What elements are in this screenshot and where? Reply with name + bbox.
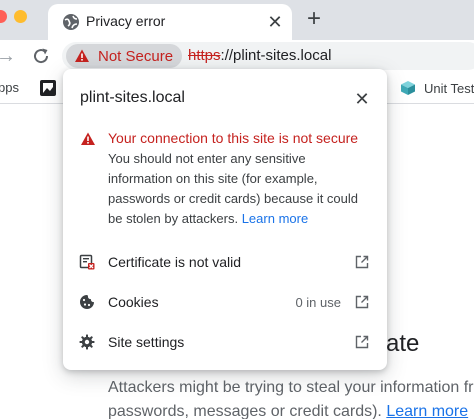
external-link-icon[interactable]: [354, 294, 370, 310]
site-info-popup: plint-sites.local ✕ Your connection to t…: [63, 69, 387, 370]
warning-text-line: You should not enter any sensitive: [108, 151, 306, 166]
globe-icon: [63, 14, 79, 30]
certificate-label: Certificate is not valid: [108, 254, 242, 270]
cookie-icon: [80, 295, 94, 309]
new-tab-button[interactable]: +: [302, 7, 326, 31]
cookies-count: 0 in use: [295, 295, 341, 310]
warning-text-line: information on this site (for example,: [108, 171, 318, 186]
url-text[interactable]: https://plint-sites.local: [188, 47, 331, 64]
security-chip-label: Not Secure: [98, 48, 174, 65]
bookmark-icon[interactable]: [40, 80, 56, 96]
close-icon[interactable]: ✕: [352, 89, 372, 109]
page-learn-more-link[interactable]: Learn more: [386, 403, 468, 419]
page-heading: ate: [386, 330, 420, 357]
gear-icon: [79, 334, 95, 350]
certificate-icon: [79, 254, 95, 270]
bookmark-unit-test[interactable]: Unit Test: [400, 80, 474, 96]
learn-more-link[interactable]: Learn more: [242, 211, 308, 226]
warning-description: You should not enter any sensitive infor…: [108, 149, 378, 229]
bookmark-apps[interactable]: pps: [0, 80, 19, 95]
cookies-row[interactable]: Cookies 0 in use: [63, 282, 387, 322]
forward-button[interactable]: →: [0, 45, 16, 67]
page-description: Attackers might be trying to steal your …: [108, 376, 474, 419]
warning-heading: Your connection to this site is not secu…: [108, 130, 359, 146]
window-minimize-control[interactable]: [14, 10, 27, 23]
window-close-control[interactable]: [0, 10, 7, 23]
site-settings-label: Site settings: [108, 334, 185, 350]
url-scheme: https: [188, 47, 221, 64]
warning-icon: [75, 49, 89, 62]
tab-strip: Privacy error ✕ +: [0, 0, 474, 40]
certificate-row[interactable]: Certificate is not valid: [63, 242, 387, 282]
cookies-label: Cookies: [108, 294, 159, 310]
url-host: ://plint-sites.local: [220, 47, 332, 64]
popup-site-name: plint-sites.local: [80, 89, 185, 106]
address-bar[interactable]: Not Secure https://plint-sites.local: [62, 42, 474, 70]
bookmark-unit-test-label: Unit Test: [424, 81, 474, 96]
page-text-fragment: passwords, messages or credit cards).: [108, 403, 382, 419]
reload-icon[interactable]: [30, 45, 52, 67]
page-text-line: Attackers might be trying to steal your …: [108, 379, 474, 396]
tab-privacy-error[interactable]: Privacy error ✕: [48, 4, 292, 40]
external-link-icon[interactable]: [354, 254, 370, 270]
external-link-icon[interactable]: [354, 334, 370, 350]
cube-icon: [401, 81, 415, 95]
page-text-line: passwords, messages or credit cards). Le…: [108, 400, 474, 419]
close-icon[interactable]: ✕: [265, 12, 285, 32]
warning-text-line: passwords or credit cards) because it co…: [108, 191, 359, 206]
security-chip[interactable]: Not Secure: [66, 44, 182, 68]
tab-title: Privacy error: [86, 13, 166, 29]
warning-text-line: be stolen by attackers. Learn more: [108, 209, 378, 229]
site-settings-row[interactable]: Site settings: [63, 322, 387, 362]
warning-text-fragment: be stolen by attackers.: [108, 211, 239, 226]
image-icon: [43, 83, 53, 93]
warning-icon: [81, 132, 95, 145]
toolbar: → Not Secure https://plint-sites.local: [0, 40, 474, 72]
